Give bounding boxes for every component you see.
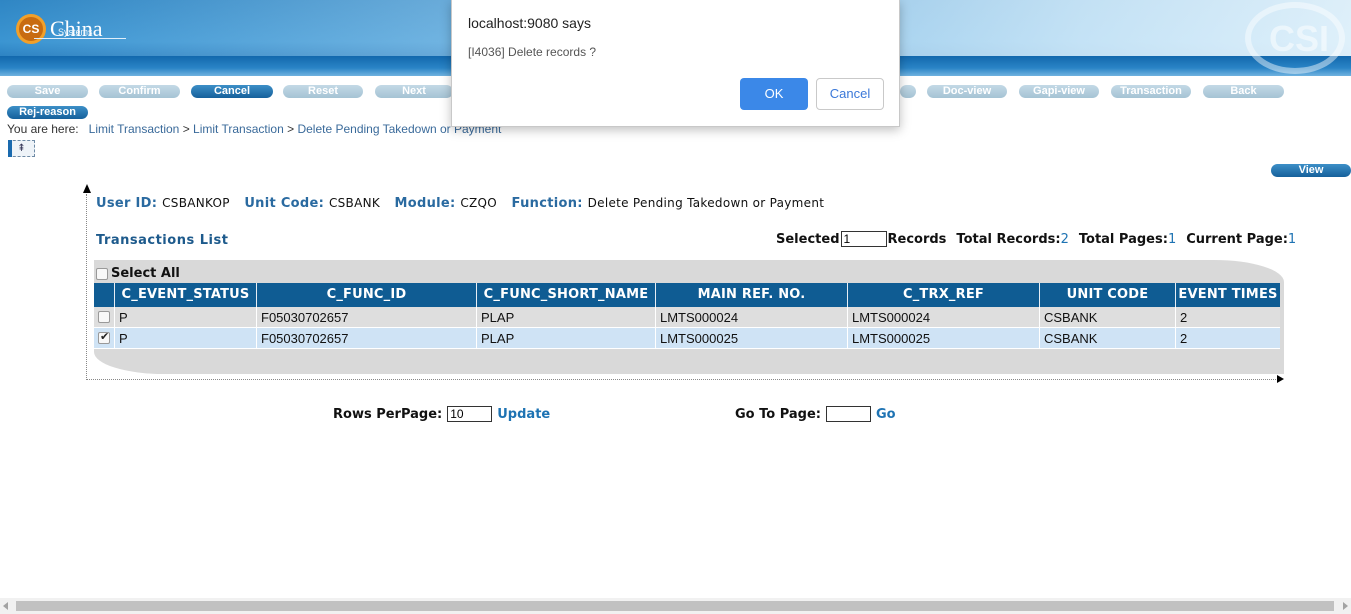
update-link[interactable]: Update [497, 407, 550, 422]
doc-view-button[interactable]: Doc-view [927, 85, 1007, 98]
table-cell: PLAP [476, 307, 655, 327]
table-cell: LMTS000025 [655, 328, 847, 348]
current-page-label: Current Page: [1186, 231, 1288, 247]
table-cell: LMTS000025 [847, 328, 1039, 348]
table-cell: CSBANK [1039, 328, 1175, 348]
total-records-label: Total Records: [956, 231, 1061, 247]
function-info: User ID: CSBANKOP Unit Code: CSBANK Modu… [96, 196, 824, 211]
view-button[interactable]: View [1271, 164, 1351, 177]
back-button[interactable]: Back [1203, 85, 1284, 98]
column-header[interactable]: C_EVENT_STATUS [114, 283, 256, 307]
breadcrumb-item[interactable]: Limit Transaction [89, 122, 180, 136]
selected-count-input[interactable] [840, 231, 887, 247]
breadcrumb-separator: > [182, 122, 190, 136]
row-checkbox[interactable] [98, 311, 110, 323]
column-header[interactable]: C_FUNC_SHORT_NAME [476, 283, 655, 307]
table-cell: 2 [1175, 328, 1280, 348]
records-summary: Selected Records Total Records: 2 Total … [776, 231, 1296, 247]
table-cell: 2 [1175, 307, 1280, 327]
scroll-up-icon[interactable] [83, 184, 91, 193]
cancel-button[interactable]: Cancel [191, 85, 273, 98]
table-cell: LMTS000024 [847, 307, 1039, 327]
select-all-label: Select All [111, 266, 180, 281]
total-pages-value: 1 [1167, 231, 1177, 247]
row-checkbox[interactable] [98, 330, 110, 344]
unit-code-value: CSBANK [328, 196, 381, 210]
transaction-button[interactable]: Transaction [1111, 85, 1191, 98]
watermark-logo-text: CSI [1268, 18, 1329, 59]
rows-per-page-label: Rows PerPage: [333, 406, 443, 422]
scroll-right-icon[interactable] [1277, 375, 1284, 383]
go-to-page-input[interactable] [826, 406, 871, 422]
collapse-icon[interactable]: ⇞ [8, 140, 35, 157]
breadcrumb-item[interactable]: Limit Transaction [193, 122, 284, 136]
logo-subtitle: Systems [58, 27, 93, 37]
select-all-checkbox[interactable] [96, 267, 108, 280]
current-page-value: 1 [1287, 231, 1297, 247]
go-to-page: Go To Page: Go [735, 406, 896, 422]
dialog-message: [I4036] Delete records ? [468, 45, 597, 59]
gapi-view-button[interactable]: Gapi-view [1019, 85, 1099, 98]
reset-button[interactable]: Reset [283, 85, 363, 98]
table-cell: CSBANK [1039, 307, 1175, 327]
breadcrumb-prefix: You are here: [7, 122, 79, 136]
go-link[interactable]: Go [876, 407, 896, 422]
scrollbar-thumb[interactable] [16, 601, 1334, 611]
logo-mark-icon: CS [16, 14, 46, 44]
table-cell: PLAP [476, 328, 655, 348]
transactions-list-title: Transactions List [96, 233, 229, 248]
select-all[interactable]: Select All [96, 266, 180, 281]
transactions-table: C_EVENT_STATUS C_FUNC_ID C_FUNC_SHORT_NA… [94, 283, 1280, 349]
table-cell: P [114, 307, 256, 327]
scroll-left-arrow-icon[interactable] [3, 602, 8, 610]
rows-per-page-input[interactable] [447, 406, 493, 422]
total-records-value: 2 [1060, 231, 1069, 247]
function-value: Delete Pending Takedown or Payment [587, 196, 825, 210]
column-header[interactable]: C_FUNC_ID [256, 283, 476, 307]
breadcrumb-separator: > [287, 122, 295, 136]
dialog-title: localhost:9080 says [468, 15, 591, 31]
rej-reason-button[interactable]: Rej-reason [7, 106, 88, 119]
records-label: Records [887, 231, 947, 247]
module-label: Module: [394, 196, 456, 211]
column-header[interactable]: MAIN REF. NO. [655, 283, 847, 307]
column-header[interactable]: EVENT TIMES [1175, 283, 1280, 307]
confirm-button[interactable]: Confirm [99, 85, 180, 98]
hidden-toolbar-button[interactable] [900, 85, 916, 98]
next-button[interactable]: Next [375, 85, 453, 98]
go-to-page-label: Go To Page: [735, 406, 821, 422]
confirm-dialog: localhost:9080 says [I4036] Delete recor… [451, 0, 900, 127]
breadcrumb: You are here: Limit Transaction > Limit … [7, 122, 501, 136]
user-id-value: CSBANKOP [162, 196, 230, 210]
function-label: Function: [511, 196, 583, 211]
table-cell: F05030702657 [256, 307, 476, 327]
table-row[interactable]: P F05030702657 PLAP LMTS000024 LMTS00002… [94, 307, 1280, 328]
dialog-cancel-button[interactable]: Cancel [816, 78, 884, 110]
column-header[interactable]: C_TRX_REF [847, 283, 1039, 307]
checkbox-column-header [94, 283, 114, 307]
column-header[interactable]: UNIT CODE [1039, 283, 1175, 307]
scroll-right-arrow-icon[interactable] [1343, 602, 1348, 610]
module-value: CZQO [460, 196, 498, 210]
total-pages-label: Total Pages: [1078, 231, 1168, 247]
table-row[interactable]: P F05030702657 PLAP LMTS000025 LMTS00002… [94, 328, 1280, 349]
dialog-ok-button[interactable]: OK [740, 78, 808, 110]
unit-code-label: Unit Code: [244, 196, 325, 211]
horizontal-scrollbar[interactable] [0, 598, 1351, 614]
rows-per-page: Rows PerPage: Update [333, 406, 550, 422]
table-header-row: C_EVENT_STATUS C_FUNC_ID C_FUNC_SHORT_NA… [94, 283, 1280, 307]
table-cell: LMTS000024 [655, 307, 847, 327]
save-button[interactable]: Save [7, 85, 88, 98]
app-window: CSI CS China Systems Save Confirm Cancel… [0, 0, 1351, 614]
table-cell: P [114, 328, 256, 348]
selected-label: Selected [776, 231, 840, 247]
table-cell: F05030702657 [256, 328, 476, 348]
user-id-label: User ID: [96, 196, 158, 211]
